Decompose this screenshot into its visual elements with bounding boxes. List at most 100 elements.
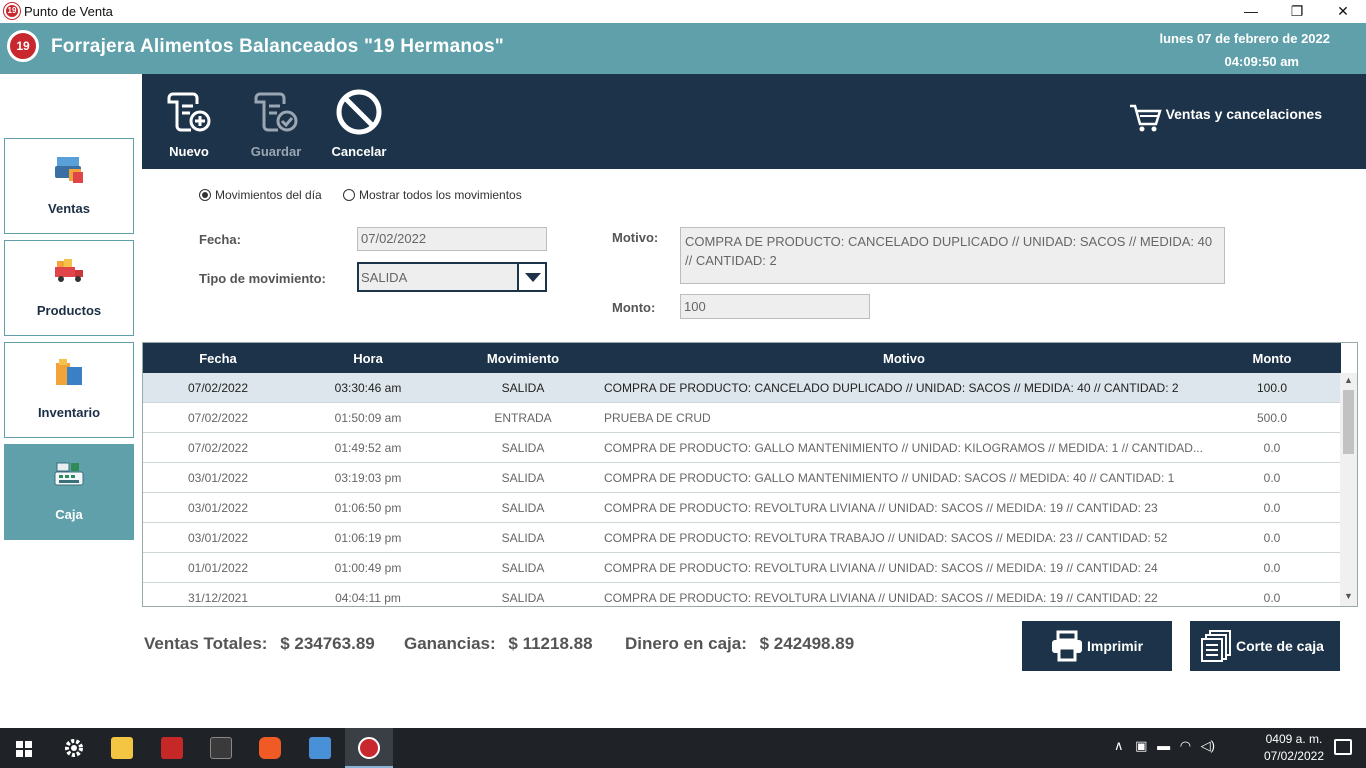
cell-monto: 0.0 (1263, 531, 1281, 545)
ventas-cancelaciones-label: Ventas y cancelaciones (1165, 106, 1322, 122)
cell-fecha: 03/01/2022 (187, 531, 249, 545)
cell-monto: 500.0 (1256, 411, 1288, 425)
fecha-field[interactable]: 07/02/2022 (357, 227, 547, 251)
taskbar-file-explorer[interactable] (98, 728, 146, 768)
windows-start-button[interactable] (0, 728, 48, 768)
radio-todos-movimientos[interactable]: Mostrar todos los movimientos (343, 188, 522, 202)
cell-fecha: 03/01/2022 (187, 471, 249, 485)
sidebar-item-productos[interactable]: Productos (4, 240, 134, 336)
ventas-totales: Ventas Totales: $ 234763.89 (144, 634, 375, 654)
table-row[interactable]: 31/12/2021 04:04:11 pm SALIDA COMPRA DE … (143, 583, 1341, 606)
cell-movimiento: SALIDA (501, 381, 545, 395)
wifi-icon[interactable]: ◠ (1180, 738, 1191, 753)
cell-motivo: COMPRA DE PRODUCTO: REVOLTURA LIVIANA //… (604, 501, 1158, 515)
nuevo-label: Nuevo (169, 144, 209, 159)
cell-hora: 01:50:09 am (334, 411, 402, 425)
sidebar-item-label: Productos (36, 303, 102, 318)
sidebar-item-inventario[interactable]: Inventario (4, 342, 134, 438)
header-time: 04:09:50 am (1224, 54, 1299, 69)
cell-fecha: 07/02/2022 (187, 381, 249, 395)
cell-movimiento: ENTRADA (494, 411, 552, 425)
taskbar-app-red[interactable] (148, 728, 196, 768)
ventas-cancelaciones-link[interactable]: Ventas y cancelaciones (1129, 104, 1322, 132)
notification-center-icon[interactable] (1334, 739, 1352, 755)
cell-fecha: 07/02/2022 (187, 441, 249, 455)
taskbar-terminal[interactable] (197, 728, 245, 768)
cell-motivo: COMPRA DE PRODUCTO: REVOLTURA LIVIANA //… (604, 561, 1158, 575)
corte-caja-button[interactable]: Corte de caja (1190, 621, 1340, 671)
printer-icon (1052, 630, 1082, 662)
taskbar-brave[interactable] (246, 728, 294, 768)
motivo-field[interactable]: COMPRA DE PRODUCTO: CANCELADO DUPLICADO … (680, 227, 1225, 284)
cell-monto: 0.0 (1263, 471, 1281, 485)
cell-fecha: 07/02/2022 (187, 411, 249, 425)
column-header-movimiento[interactable]: Movimiento (443, 351, 603, 366)
cell-monto: 100.0 (1256, 381, 1288, 395)
sidebar-item-caja[interactable]: Caja (4, 444, 134, 540)
chevron-up-icon[interactable]: ∧ (1114, 738, 1124, 753)
table-row[interactable]: 07/02/2022 01:49:52 am SALIDA COMPRA DE … (143, 433, 1341, 463)
cell-movimiento: SALIDA (501, 471, 545, 485)
folder-icon (111, 737, 133, 759)
taskbar-clock[interactable]: 04​09 a. m. 07/02/2022 (1264, 732, 1324, 763)
cell-motivo: PRUEBA DE CRUD (604, 411, 711, 425)
cell-fecha: 03/01/2022 (187, 501, 249, 515)
windows-logo-icon (16, 741, 32, 757)
table-row[interactable]: 03/01/2022 03:19:03 pm SALIDA COMPRA DE … (143, 463, 1341, 493)
table-row[interactable]: 07/02/2022 03:30:46 am SALIDA COMPRA DE … (143, 373, 1341, 403)
sidebar-item-ventas[interactable]: Ventas (4, 138, 134, 234)
imprimir-label: Imprimir (1087, 638, 1144, 654)
network-icon[interactable]: ▣ (1135, 738, 1147, 753)
cell-fecha: 01/01/2022 (187, 561, 249, 575)
dinero-caja-value: $ 242498.89 (759, 634, 855, 653)
cell-motivo: COMPRA DE PRODUCTO: GALLO MANTENIMIENTO … (604, 441, 1203, 455)
header-date: lunes 07 de febrero de 2022 (1159, 31, 1330, 46)
nuevo-button[interactable]: Nuevo (164, 74, 214, 169)
tipo-movimiento-label: Tipo de movimiento: (199, 271, 326, 286)
taskbar-settings[interactable] (50, 728, 98, 768)
cell-hora: 04:04:11 pm (335, 591, 401, 605)
system-tray-icons[interactable]: ∧ ▣ ▬ ◠ ◁) (1114, 738, 1215, 754)
scroll-thumb[interactable] (1343, 390, 1354, 454)
column-header-hora[interactable]: Hora (293, 351, 443, 366)
register-icon (54, 462, 84, 486)
dots-app-icon (161, 737, 183, 759)
gear-icon (65, 739, 83, 757)
cancel-icon (336, 89, 382, 135)
restore-button[interactable]: ❐ (1274, 0, 1320, 23)
imprimir-button[interactable]: Imprimir (1022, 621, 1172, 671)
radio-movimientos-dia[interactable]: Movimientos del día (199, 188, 322, 202)
taskbar-punto-de-venta[interactable] (345, 728, 393, 768)
monto-field[interactable]: 100 (680, 294, 870, 319)
volume-icon[interactable]: ◁) (1201, 738, 1215, 753)
brand-logo-icon: 19 (7, 30, 39, 62)
chevron-down-icon[interactable] (517, 264, 545, 290)
table-row[interactable]: 01/01/2022 01:00:49 pm SALIDA COMPRA DE … (143, 553, 1341, 583)
scroll-down-icon[interactable]: ▼ (1340, 591, 1357, 605)
table-row[interactable]: 03/01/2022 01:06:50 pm SALIDA COMPRA DE … (143, 493, 1341, 523)
cube-icon (309, 737, 331, 759)
table-row[interactable]: 07/02/2022 01:50:09 am ENTRADA PRUEBA DE… (143, 403, 1341, 433)
cell-hora: 03:30:46 am (334, 381, 402, 395)
column-header-fecha[interactable]: Fecha (143, 351, 293, 366)
guardar-button[interactable]: Guardar (246, 74, 306, 169)
table-row[interactable]: 03/01/2022 01:06:19 pm SALIDA COMPRA DE … (143, 523, 1341, 553)
minimize-button[interactable]: — (1228, 0, 1274, 23)
table-scrollbar[interactable]: ▲ ▼ (1340, 373, 1357, 606)
column-header-motivo[interactable]: Motivo (604, 351, 1204, 366)
ganancias-value: $ 11218.88 (508, 634, 593, 653)
battery-icon[interactable]: ▬ (1157, 738, 1170, 753)
window-titlebar: 19 Punto de Venta — ❐ ✕ (0, 0, 1366, 23)
sidebar-item-label: Caja (55, 507, 83, 522)
cancelar-button[interactable]: Cancelar (326, 74, 392, 169)
tipo-movimiento-select[interactable]: SALIDA (357, 262, 547, 292)
cell-hora: 01:06:19 pm (334, 531, 402, 545)
cancelar-label: Cancelar (331, 144, 387, 159)
close-button[interactable]: ✕ (1320, 0, 1366, 23)
taskbar-virtualbox[interactable] (296, 728, 344, 768)
monto-label: Monto: (612, 300, 656, 315)
dinero-caja-label: Dinero en caja: (625, 634, 747, 653)
scroll-up-icon[interactable]: ▲ (1340, 375, 1357, 389)
column-header-monto[interactable]: Monto (1203, 351, 1341, 366)
cell-movimiento: SALIDA (501, 441, 545, 455)
